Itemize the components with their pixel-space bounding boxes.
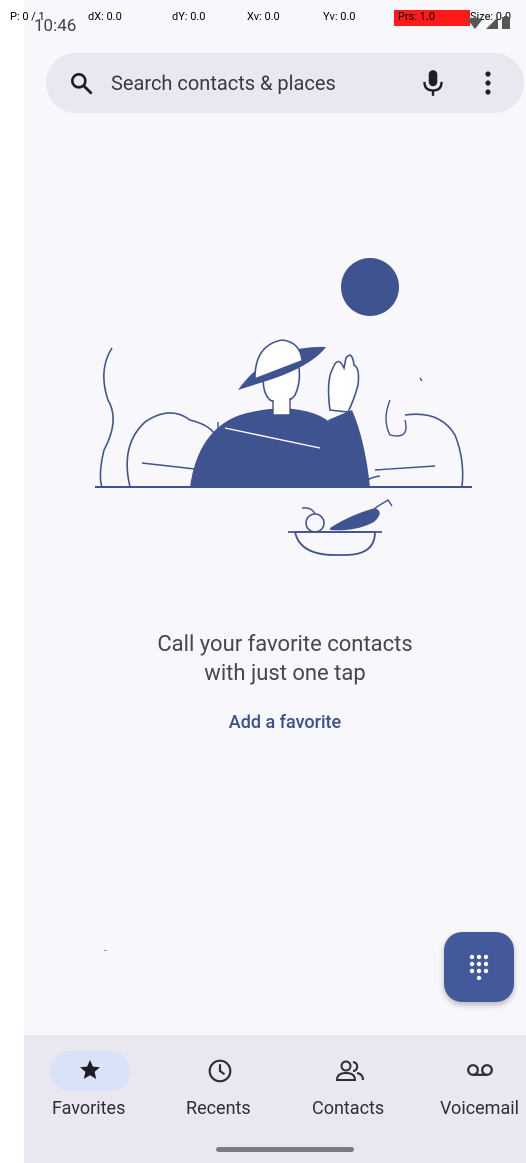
dialpad-icon bbox=[469, 954, 489, 980]
nav-label-favorites[interactable]: Favorites bbox=[52, 1098, 125, 1119]
headline-line-1: Call your favorite contacts bbox=[157, 632, 413, 657]
battery-icon bbox=[502, 16, 510, 29]
nav-item-contacts[interactable]: Contacts bbox=[312, 1098, 384, 1119]
signal-icon bbox=[486, 16, 498, 29]
search-icon[interactable] bbox=[68, 70, 94, 96]
more-vert-icon[interactable] bbox=[482, 70, 494, 96]
dialpad-fab[interactable] bbox=[444, 932, 514, 1002]
search-bar[interactable]: Search contacts & places bbox=[46, 53, 524, 113]
debug-xv: Xv: 0.0 bbox=[247, 10, 280, 23]
debug-pressure: Prs: 1.0 bbox=[398, 10, 436, 23]
empty-state-headline: Call your favorite contacts with just on… bbox=[100, 630, 470, 688]
mic-icon[interactable] bbox=[420, 68, 446, 98]
debug-dy: dY: 0.0 bbox=[172, 10, 206, 23]
debug-pointer: P: 0 / 1 bbox=[10, 10, 45, 23]
star-icon[interactable] bbox=[78, 1058, 102, 1082]
wifi-icon bbox=[468, 17, 482, 29]
debug-yv: Yv: 0.0 bbox=[323, 10, 356, 23]
home-indicator[interactable] bbox=[216, 1147, 354, 1152]
add-favorite-button[interactable]: Add a favorite bbox=[185, 712, 385, 733]
nav-item-recents[interactable]: Recents bbox=[186, 1098, 251, 1119]
voicemail-icon[interactable] bbox=[466, 1062, 494, 1078]
status-bar: 10:46 P: 0 / 1 dX: 0.0 dY: 0.0 Xv: 0.0 Y… bbox=[0, 0, 526, 36]
clock-icon[interactable] bbox=[207, 1058, 233, 1084]
artifact-dot bbox=[104, 950, 107, 951]
search-input[interactable]: Search contacts & places bbox=[111, 71, 336, 95]
people-icon[interactable] bbox=[335, 1058, 365, 1084]
nav-item-voicemail[interactable]: Voicemail bbox=[440, 1098, 519, 1119]
favorites-illustration bbox=[95, 258, 472, 556]
headline-line-2: with just one tap bbox=[204, 661, 366, 686]
debug-dx: dX: 0.0 bbox=[88, 10, 122, 23]
system-icons bbox=[468, 16, 510, 29]
